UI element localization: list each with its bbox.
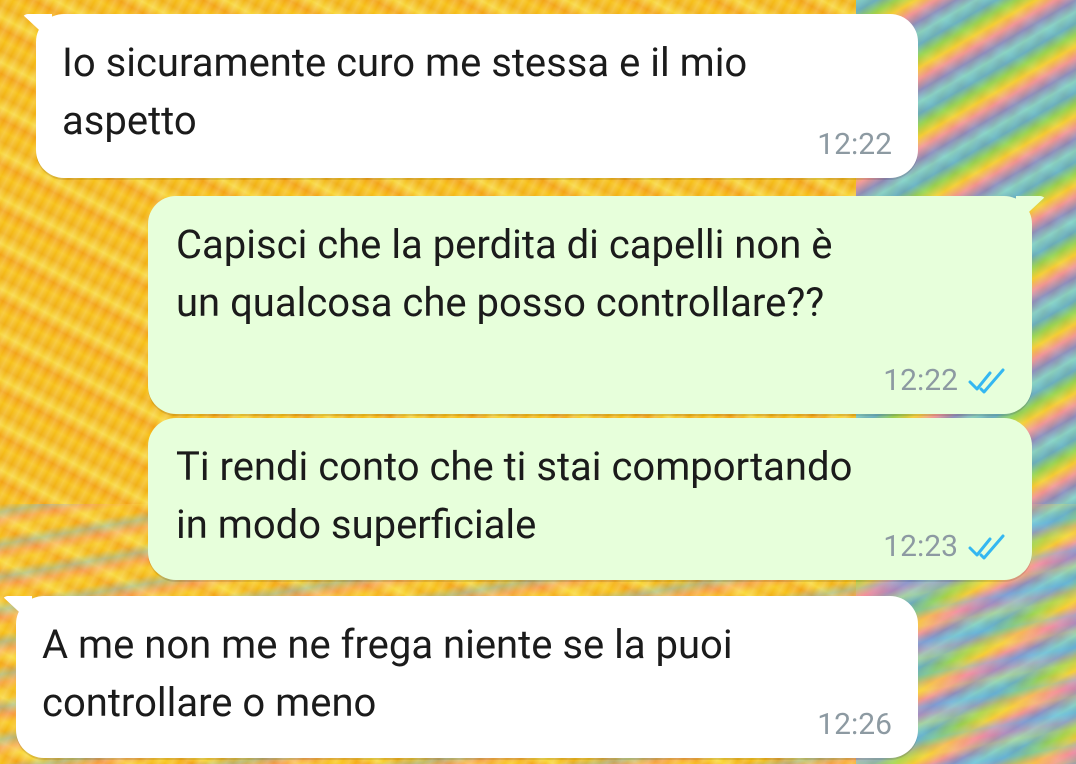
message-bubble-outgoing[interactable]: Capisci che la perdita di capelli non è …	[148, 196, 1032, 414]
message-meta: 12:26	[817, 710, 892, 740]
message-bubble-incoming[interactable]: Io sicuramente curo me stessa e il mio a…	[36, 14, 918, 178]
message-meta: 12:23	[883, 532, 1006, 562]
message-bubble-incoming[interactable]: A me non me ne frega niente se la puoi c…	[16, 596, 918, 758]
message-time: 12:23	[883, 529, 958, 564]
message-bubble-outgoing[interactable]: Ti rendi conto che ti stai comportando i…	[148, 418, 1032, 580]
message-text: Io sicuramente curo me stessa e il mio a…	[62, 39, 748, 144]
message-meta: 12:22	[883, 366, 1006, 396]
message-time: 12:26	[817, 707, 892, 742]
double-check-icon	[968, 368, 1005, 394]
message-text: Capisci che la perdita di capelli non è …	[176, 221, 833, 326]
message-time: 12:22	[817, 127, 892, 162]
message-text: A me non me ne frega niente se la puoi c…	[42, 621, 733, 726]
double-check-icon	[968, 534, 1005, 560]
message-time: 12:22	[883, 363, 958, 398]
message-meta: 12:22	[817, 130, 892, 160]
